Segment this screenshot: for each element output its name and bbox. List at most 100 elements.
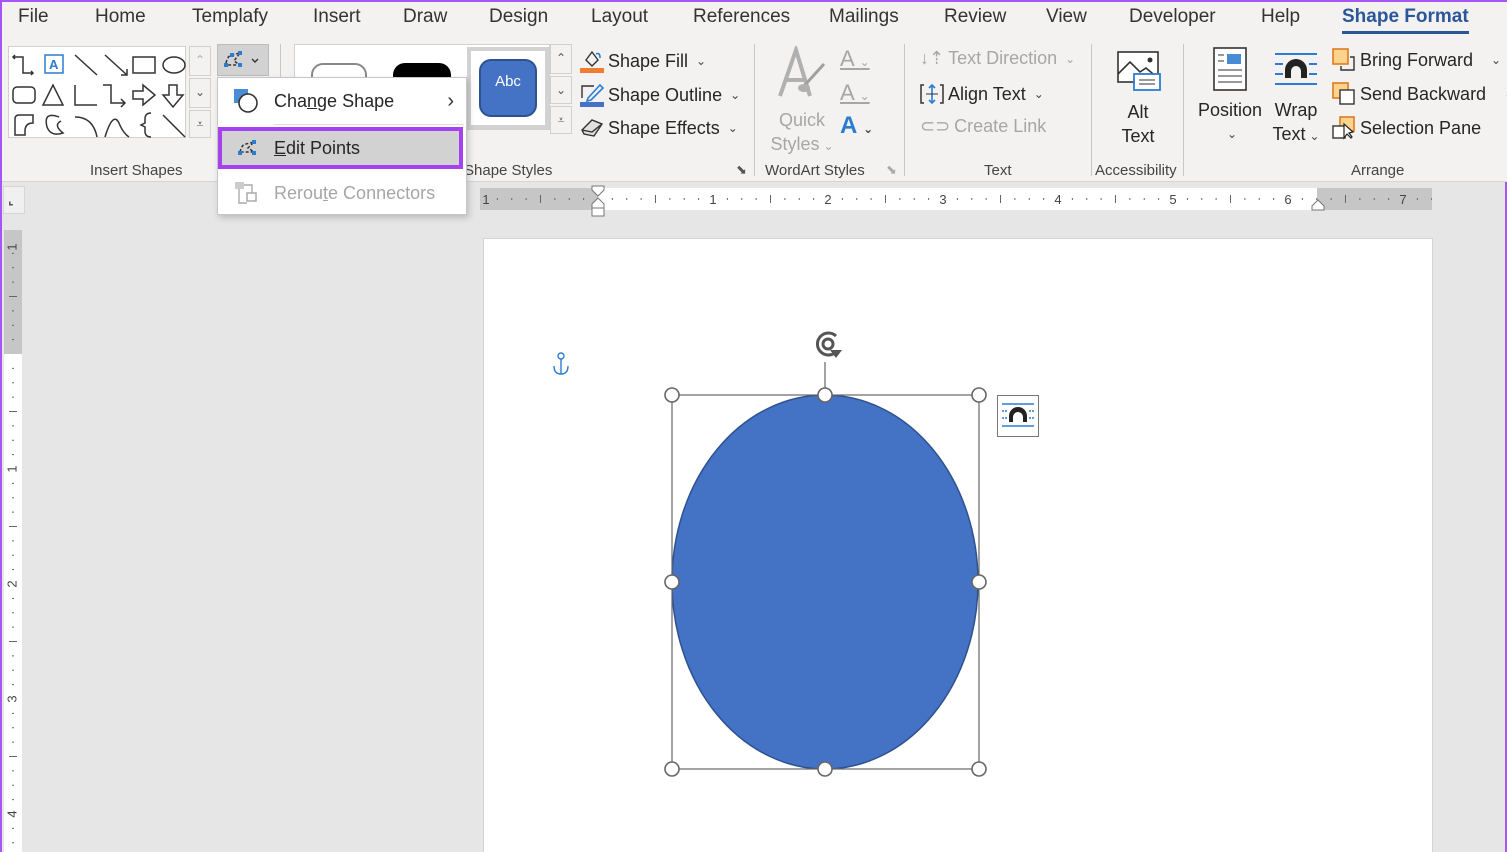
paint-bucket-icon [580,50,604,73]
position-button[interactable]: Position ⌄ [1196,46,1264,146]
rectangle-icon [132,56,156,74]
bring-forward-button[interactable]: Bring Forward ⌄ [1332,48,1501,72]
chevron-down-icon: ⌄ [1033,87,1044,101]
ruler-label: 5 [1169,192,1176,207]
shape-fill-button[interactable]: Shape Fill ⌄ [580,48,706,74]
chevron-down-icon: ⌄ [1309,129,1320,143]
styles-scroll-down-button[interactable]: ⌄ [550,76,572,104]
chevron-down-icon: ⌄ [823,139,834,153]
tab-design[interactable]: Design [489,6,548,28]
text-direction-button[interactable]: ↓⇡ Text Direction ⌄ [920,48,1075,69]
tab-developer[interactable]: Developer [1129,6,1216,28]
rotate-handle-icon[interactable] [816,331,842,358]
group-label-insert-shapes: Insert Shapes [90,162,183,179]
oval-icon [162,56,186,74]
style-preset-selected[interactable]: Abc [467,47,549,129]
group-label-text: Text [984,162,1012,179]
text-effects-button[interactable]: A ⌄ [840,112,873,140]
ruler-label: 3 [4,695,19,702]
selected-shape-canvas [664,331,987,777]
tab-review[interactable]: Review [944,6,1006,28]
shape-effects-button[interactable]: Shape Effects ⌄ [580,116,738,140]
selection-pane-label: Selection Pane [1360,117,1482,138]
shape-outline-button[interactable]: Shape Outline ⌄ [580,82,740,108]
resize-handle-bottom-right [971,761,987,777]
ruler-label: 4 [1054,192,1061,207]
edit-shape-button[interactable] [217,44,269,76]
align-text-button[interactable]: Align Text ⌄ [920,82,1044,106]
pen-outline-icon [580,83,604,107]
tab-templafy[interactable]: Templafy [192,6,268,28]
resize-handle-right [971,574,987,590]
send-backward-label: Send Backward [1360,83,1487,104]
gallery-more-button[interactable]: ⩡ [189,110,211,138]
reroute-connectors-label: Reroute Connectors [274,182,436,203]
tab-help[interactable]: Help [1261,6,1300,28]
alt-text-label: Text [1121,126,1155,146]
alt-text-icon [1117,51,1161,91]
edit-shape-dropdown-menu: Change Shape › Edit Points Reroute Conne… [217,77,467,215]
create-link-button[interactable]: ⊂⊃ Create Link [920,116,1046,137]
resize-handle-bottom-left [664,761,680,777]
create-link-label: Create Link [954,116,1047,136]
style-preset-blue: Abc [479,59,537,117]
menu-item-edit-points[interactable]: Edit Points [218,127,463,169]
curve-icon [104,118,130,138]
gallery-scroll-down-button[interactable]: ⌄ [189,78,211,108]
ruler-label: 3 [939,192,946,207]
tab-references[interactable]: References [693,6,790,28]
shape-effects-label: Shape Effects [608,117,720,138]
ruler-label: 2 [4,580,19,587]
edit-shape-icon [224,51,259,67]
quick-styles-button[interactable]: Quick Styles ⌄ [766,43,838,158]
group-label-arrange: Arrange [1351,162,1405,179]
gallery-scroll-up-button[interactable]: ⌃ [189,46,211,76]
tab-layout[interactable]: Layout [591,6,648,28]
selection-pane-button[interactable]: Selection Pane [1332,116,1481,140]
menu-item-change-shape[interactable]: Change Shape › [218,80,466,122]
diagonal-line-icon [162,114,186,138]
reroute-connectors-icon [235,182,257,204]
wrap-text-button[interactable]: Wrap Text ⌄ [1268,46,1324,148]
dialog-launcher-icon[interactable]: ⬊ [886,162,897,178]
shapes-gallery[interactable]: A [8,46,186,138]
styles-scroll-up-button[interactable]: ⌃ [550,44,572,74]
alt-label: Alt [1127,102,1149,122]
down-arrow-icon [161,84,185,109]
alt-text-button[interactable]: Alt Text [1108,48,1168,148]
right-indent-marker-icon [1311,199,1325,211]
wrap-label: Wrap [1274,100,1318,120]
chevron-down-icon: ⌄ [696,54,707,68]
tab-view[interactable]: View [1046,6,1087,28]
resize-handle-bottom [817,761,833,777]
position-label: Position [1197,100,1263,120]
tab-draw[interactable]: Draw [403,6,447,28]
selection-pane-icon [1332,116,1355,140]
tab-shape-format[interactable]: Shape Format [1342,6,1469,34]
elbow-line-icon [74,85,97,106]
vertical-ruler[interactable]: 1 1 2 3 4 [4,230,22,852]
styles-more-button[interactable]: ⩡ [550,106,572,134]
ruler-label: 1 [709,192,716,207]
tab-home[interactable]: Home [95,6,146,28]
group-label-shape-styles: Shape Styles [464,162,553,179]
send-backward-button[interactable]: Send Backward⌄ [1332,82,1507,106]
group-label-accessibility: Accessibility [1095,162,1177,179]
tab-selector-button[interactable]: ⌞ [3,186,25,214]
menu-item-reroute-connectors[interactable]: Reroute Connectors [218,172,466,214]
text-outline-button[interactable]: A ⌄ [840,80,870,106]
oval-shape[interactable] [671,394,979,770]
tab-mailings[interactable]: Mailings [829,6,899,28]
quick-label: Quick [778,110,825,130]
horizontal-ruler[interactable]: 1 1 2 3 4 5 6 7 [480,185,1432,217]
layout-options-button[interactable] [997,395,1039,437]
tab-insert[interactable]: Insert [313,6,361,28]
tab-file[interactable]: File [18,6,49,28]
chevron-down-icon: ⌄ [730,88,741,102]
dialog-launcher-icon[interactable]: ⬊ [736,162,747,178]
chevron-down-icon: ⌄ [727,121,738,135]
link-icon: ⊂⊃ [920,116,951,136]
position-icon [1213,47,1247,91]
edit-points-icon [238,140,257,155]
text-fill-button[interactable]: A ⌄ [840,46,870,72]
